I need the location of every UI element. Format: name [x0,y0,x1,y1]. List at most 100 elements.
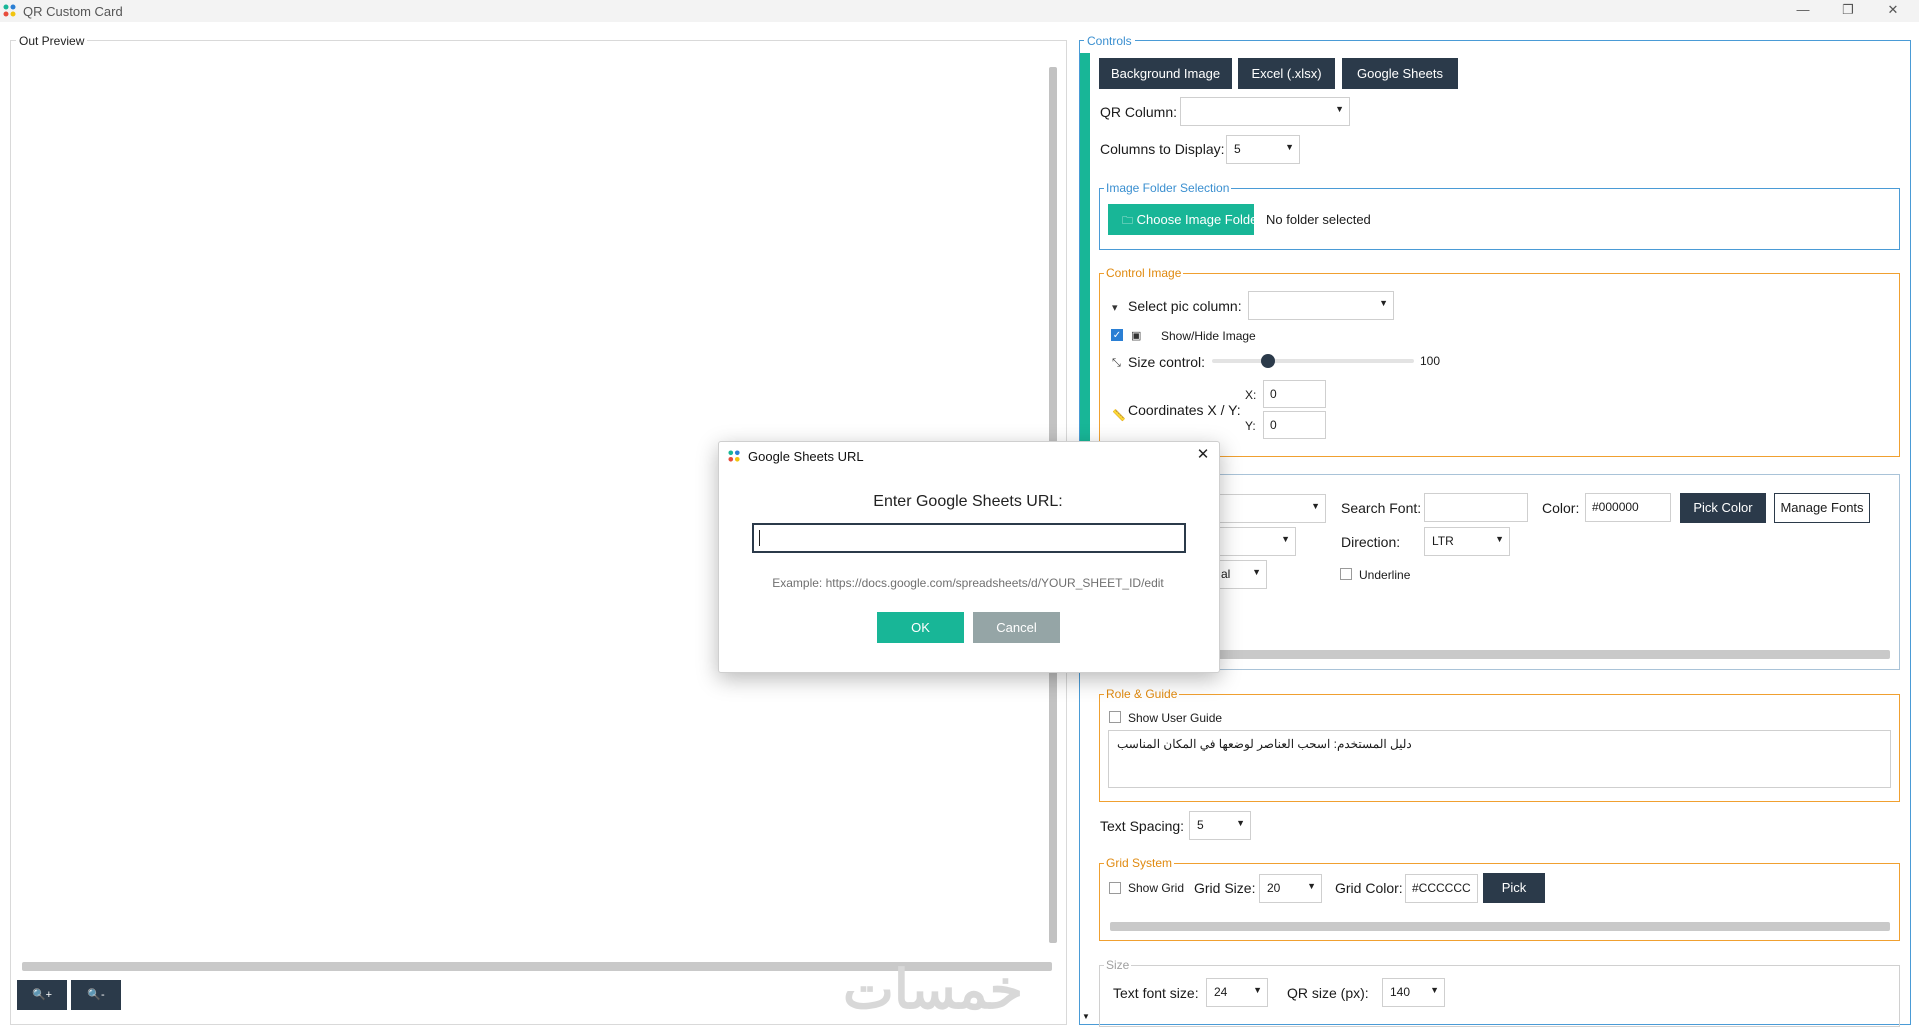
qr-size-value: 140 [1390,985,1411,999]
font-style-value: al [1221,567,1231,581]
text-font-size-value: 24 [1214,985,1228,999]
grid-pick-button[interactable]: Pick [1483,873,1545,903]
ruler-icon: 📏 [1112,410,1126,422]
excel-button[interactable]: Excel (.xlsx) [1238,58,1335,89]
app-logo-icon [3,4,16,17]
maximize-icon[interactable]: ❐ [1830,0,1866,22]
window-title: QR Custom Card [23,4,123,19]
grid-size-value: 20 [1267,881,1281,895]
zoom-out-button[interactable]: 🔍- [71,980,121,1010]
size-slider-track[interactable] [1212,359,1414,363]
scroll-down-icon[interactable]: ▼ [1082,1012,1090,1021]
google-sheets-button[interactable]: Google Sheets [1342,58,1458,89]
zoom-in-button[interactable]: 🔍+ [17,980,67,1010]
controls-legend: Controls [1084,34,1135,48]
grid-system-legend: Grid System [1104,856,1175,870]
show-image-checkbox[interactable]: ✓ [1111,329,1123,341]
underline-checkbox[interactable] [1340,568,1352,580]
y-input[interactable]: 0 [1263,411,1326,439]
dialog-title: Google Sheets URL [748,449,864,464]
pick-color-button[interactable]: Pick Color [1680,493,1766,523]
chevron-down-icon: ▼ [1335,104,1344,114]
background-image-button[interactable]: Background Image [1099,58,1232,89]
chevron-down-icon: ▼ [1236,818,1245,828]
show-grid-label: Show Grid [1128,881,1185,895]
font-horizontal-scrollbar[interactable] [1110,650,1890,659]
color-label: Color: [1542,500,1580,516]
app-logo-icon [728,450,740,462]
text-spacing-label: Text Spacing: [1100,818,1185,834]
qr-size-label: QR size (px): [1287,985,1369,1001]
chevron-down-icon: ▼ [1430,985,1439,995]
qr-size-select[interactable]: 140 ▼ [1382,978,1445,1007]
chevron-down-icon: ▼ [1281,534,1290,544]
select-pic-column[interactable]: ▼ [1248,291,1394,320]
cancel-button[interactable]: Cancel [973,612,1060,643]
grid-color-input[interactable]: #CCCCCC [1405,874,1478,903]
show-grid-checkbox[interactable] [1109,882,1121,894]
chevron-down-icon: ▼ [1307,881,1316,891]
text-cursor [759,530,760,546]
control-image-legend: Control Image [1104,266,1184,280]
controls-accent-bar [1080,53,1090,443]
columns-display-value: 5 [1234,142,1241,156]
chevron-down-icon: ▼ [1285,142,1294,152]
font-style-select[interactable]: al ▼ [1213,560,1267,589]
chevron-down-icon: ▼ [1495,534,1504,544]
underline-label: Underline [1359,568,1411,582]
size-slider-thumb[interactable] [1261,354,1275,368]
preview-legend: Out Preview [16,34,88,48]
text-spacing-select[interactable]: 5 ▼ [1189,811,1251,840]
watermark-logo: خمسات [843,960,1024,1020]
text-spacing-value: 5 [1197,818,1204,832]
show-guide-label: Show User Guide [1128,711,1223,725]
choose-image-folder-button[interactable]: 🗀 Choose Image Folde [1108,204,1254,235]
direction-value: LTR [1432,534,1454,548]
show-hide-label: Show/Hide Image [1161,329,1256,343]
search-font-input[interactable] [1424,493,1528,522]
guide-text: دليل المستخدم: اسحب العناصر لوضعها في ال… [1117,737,1412,751]
text-font-size-label: Text font size: [1113,985,1199,1001]
columns-display-select[interactable]: 5 ▼ [1226,135,1300,164]
qr-column-select[interactable]: ▼ [1180,97,1350,126]
direction-select[interactable]: LTR ▼ [1424,527,1510,556]
sheets-url-input[interactable] [752,523,1186,553]
chevron-down-icon: ▼ [1253,985,1262,995]
image-icon: ▣ [1131,330,1142,342]
x-input[interactable]: 0 [1263,380,1326,408]
chevron-down-icon: ▼ [1252,567,1261,577]
coordinates-label: Coordinates X / Y: [1128,402,1241,418]
close-window-icon[interactable]: ✕ [1875,0,1911,22]
columns-display-label: Columns to Display: [1100,141,1225,157]
google-sheets-dialog [718,441,1220,673]
chevron-down-icon: ▼ [1379,298,1388,308]
image-folder-legend: Image Folder Selection [1104,181,1232,195]
role-guide-legend: Role & Guide [1104,687,1180,701]
minimize-icon[interactable]: — [1785,0,1821,22]
x-label: X: [1245,388,1257,402]
grid-color-label: Grid Color: [1335,880,1403,896]
y-label: Y: [1245,419,1256,433]
color-input[interactable]: #000000 [1585,493,1671,522]
font-family-select[interactable]: ▼ [1213,494,1326,523]
search-font-label: Search Font: [1341,500,1422,516]
grid-horizontal-scrollbar[interactable] [1110,922,1890,931]
text-font-size-select[interactable]: 24 ▼ [1206,978,1268,1007]
grid-size-select[interactable]: 20 ▼ [1259,874,1322,903]
manage-fonts-button[interactable]: Manage Fonts [1774,493,1870,523]
choose-folder-label: Choose Image Folde [1136,212,1254,227]
size-legend: Size [1104,958,1132,972]
close-icon[interactable]: ✕ [1190,444,1216,466]
qr-column-label: QR Column: [1100,104,1178,120]
ok-button[interactable]: OK [877,612,964,643]
dialog-prompt: Enter Google Sheets URL: [873,493,1063,510]
font-weight-select[interactable]: ▼ [1213,527,1296,556]
size-control-label: Size control: [1128,354,1206,370]
resize-icon: ⤡ [1112,357,1121,369]
direction-label: Direction: [1341,534,1401,550]
title-bar: QR Custom Card — ❐ ✕ [0,0,1919,22]
user-guide-textarea[interactable]: دليل المستخدم: اسحب العناصر لوضعها في ال… [1108,730,1891,788]
grid-size-label: Grid Size: [1194,880,1256,896]
show-guide-checkbox[interactable] [1109,711,1121,723]
chevron-down-icon: ▼ [1311,501,1320,511]
